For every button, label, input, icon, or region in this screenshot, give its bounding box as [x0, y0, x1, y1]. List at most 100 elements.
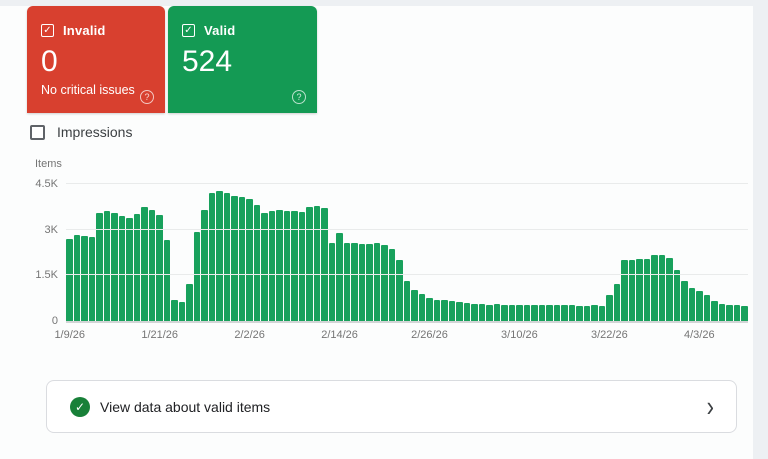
bar[interactable]	[726, 305, 733, 321]
bar[interactable]	[711, 301, 718, 321]
bar[interactable]	[584, 306, 591, 321]
bar[interactable]	[104, 211, 111, 321]
bar[interactable]	[576, 306, 583, 321]
bar[interactable]	[644, 259, 651, 321]
bar[interactable]	[201, 210, 208, 321]
bar[interactable]	[389, 249, 396, 321]
bar[interactable]	[434, 300, 441, 321]
bar[interactable]	[411, 290, 418, 321]
bar[interactable]	[321, 208, 328, 321]
bar[interactable]	[396, 260, 403, 321]
bar[interactable]	[494, 304, 501, 321]
bar[interactable]	[156, 215, 163, 321]
bar[interactable]	[546, 305, 553, 321]
bar[interactable]	[741, 306, 748, 321]
bar[interactable]	[651, 255, 658, 321]
bar[interactable]	[569, 305, 576, 321]
bar[interactable]	[246, 199, 253, 321]
bar[interactable]	[359, 244, 366, 321]
bar[interactable]	[606, 295, 613, 321]
bar[interactable]	[554, 305, 561, 321]
bar[interactable]	[629, 260, 636, 321]
chevron-right-icon[interactable]: ›	[707, 392, 714, 421]
bar[interactable]	[636, 259, 643, 321]
bar[interactable]	[456, 302, 463, 321]
bar[interactable]	[704, 295, 711, 321]
bar[interactable]	[561, 305, 568, 321]
valid-checkbox-icon[interactable]: ✓	[182, 24, 195, 37]
bar[interactable]	[509, 305, 516, 321]
bar[interactable]	[614, 284, 621, 321]
bar[interactable]	[74, 235, 81, 321]
bar[interactable]	[591, 305, 598, 321]
impressions-toggle-row[interactable]: Impressions	[30, 124, 132, 140]
bar[interactable]	[516, 305, 523, 321]
bar[interactable]	[336, 233, 343, 321]
bar[interactable]	[209, 193, 216, 321]
bar[interactable]	[681, 281, 688, 321]
bar[interactable]	[194, 232, 201, 321]
bar[interactable]	[419, 294, 426, 321]
bar[interactable]	[441, 300, 448, 321]
bar[interactable]	[66, 239, 73, 321]
bar[interactable]	[449, 301, 456, 321]
bar[interactable]	[659, 255, 666, 321]
bar[interactable]	[471, 304, 478, 321]
bar[interactable]	[381, 245, 388, 321]
valid-card-header[interactable]: ✓ Valid	[182, 23, 305, 38]
bar[interactable]	[426, 298, 433, 321]
bar[interactable]	[171, 300, 178, 321]
view-valid-items-link[interactable]: ✓ View data about valid items ›	[46, 380, 737, 433]
invalid-card[interactable]: ✓ Invalid 0 No critical issues ?	[27, 6, 165, 113]
bar[interactable]	[224, 193, 231, 321]
bar[interactable]	[486, 305, 493, 321]
bar[interactable]	[674, 270, 681, 321]
bar[interactable]	[374, 243, 381, 321]
bar[interactable]	[696, 291, 703, 321]
invalid-card-header[interactable]: ✓ Invalid	[41, 23, 153, 38]
bar[interactable]	[134, 214, 141, 321]
bar[interactable]	[666, 258, 673, 321]
bar[interactable]	[524, 305, 531, 321]
bar[interactable]	[621, 260, 628, 321]
bar[interactable]	[314, 206, 321, 321]
bar[interactable]	[179, 302, 186, 321]
bar[interactable]	[216, 191, 223, 321]
bar[interactable]	[689, 288, 696, 321]
bar[interactable]	[269, 211, 276, 321]
bar[interactable]	[351, 243, 358, 321]
bar[interactable]	[599, 306, 606, 321]
bar[interactable]	[539, 305, 546, 321]
bar[interactable]	[126, 218, 133, 322]
bar[interactable]	[254, 205, 261, 321]
bar[interactable]	[141, 207, 148, 321]
bar[interactable]	[479, 304, 486, 321]
help-icon[interactable]: ?	[140, 90, 154, 104]
bar[interactable]	[186, 284, 193, 321]
bar[interactable]	[239, 197, 246, 321]
bar[interactable]	[404, 281, 411, 321]
bar[interactable]	[719, 304, 726, 321]
x-tick-label: 2/14/26	[321, 329, 358, 341]
bar[interactable]	[276, 210, 283, 321]
bar[interactable]	[329, 243, 336, 321]
bar[interactable]	[366, 244, 373, 321]
invalid-checkbox-icon[interactable]: ✓	[41, 24, 54, 37]
help-icon[interactable]: ?	[292, 90, 306, 104]
bar[interactable]	[119, 216, 126, 321]
bar[interactable]	[81, 236, 88, 321]
bar[interactable]	[164, 240, 171, 321]
bar[interactable]	[231, 196, 238, 321]
bar[interactable]	[149, 210, 156, 321]
valid-card[interactable]: ✓ Valid 524 ?	[168, 6, 317, 113]
bar[interactable]	[734, 305, 741, 321]
bar[interactable]	[464, 303, 471, 321]
bar[interactable]	[89, 237, 96, 321]
bar-series	[66, 184, 748, 321]
bar[interactable]	[531, 305, 538, 321]
bar[interactable]	[284, 211, 291, 321]
bar[interactable]	[501, 305, 508, 321]
bar[interactable]	[306, 207, 313, 321]
impressions-checkbox[interactable]	[30, 125, 45, 140]
bar[interactable]	[344, 243, 351, 321]
